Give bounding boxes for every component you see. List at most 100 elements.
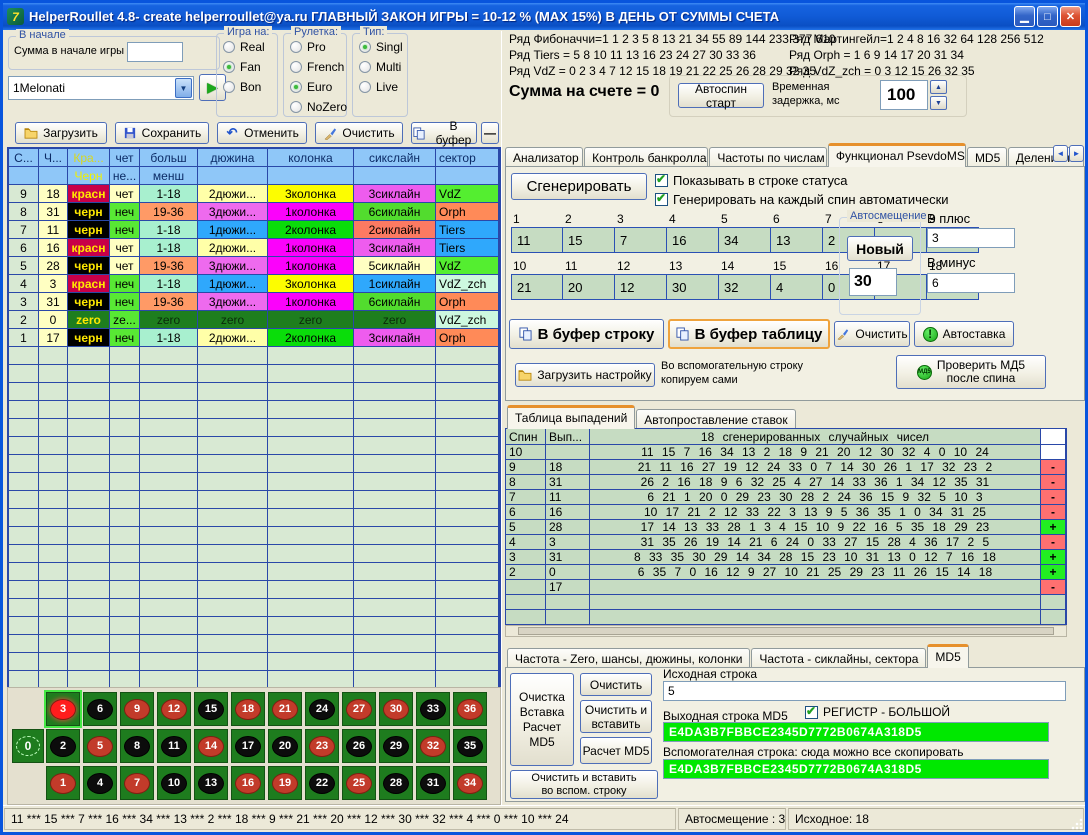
md5-calc-button[interactable]: Расчет MD5 <box>580 737 652 764</box>
roulette-cell-6[interactable]: 6 <box>83 692 117 726</box>
tab-таблица-выпадений[interactable]: Таблица выпадений <box>507 405 635 429</box>
roulette-cell-32[interactable]: 32 <box>416 729 450 763</box>
roulette-cell-10[interactable]: 10 <box>157 766 191 800</box>
roulette-cell-9[interactable]: 9 <box>120 692 154 726</box>
minus-input[interactable]: 6 <box>927 273 1015 293</box>
tab-md5[interactable]: MD5 <box>967 147 1007 167</box>
tab-контроль-банкролла[interactable]: Контроль банкролла <box>584 147 708 167</box>
spinner-down-icon[interactable]: ▼ <box>930 96 947 110</box>
load-settings-button[interactable]: Загрузить настройку <box>515 363 655 387</box>
radio-option-live[interactable]: Live <box>359 80 407 94</box>
buffer-row-button[interactable]: В буфер строку <box>509 319 664 349</box>
md5-aux-field[interactable]: E4DA3B7FBBCE2345D7772B0674A318D5 <box>663 759 1049 779</box>
collapse-button[interactable]: — <box>481 122 499 144</box>
resize-grip[interactable] <box>1071 818 1083 830</box>
roulette-cell-21[interactable]: 21 <box>268 692 302 726</box>
tab-функционал-psevdoms[interactable]: Функционал PsevdoMS <box>828 143 966 167</box>
radio-option-multi[interactable]: Multi <box>359 60 407 74</box>
autobet-button[interactable]: ! Автоставка <box>914 321 1014 347</box>
source-string-input[interactable]: 5 <box>663 681 1066 701</box>
radio-option-pro[interactable]: Pro <box>290 40 346 54</box>
roulette-cell-29[interactable]: 29 <box>379 729 413 763</box>
tab-частоты-по-числам[interactable]: Частоты по числам <box>709 147 827 167</box>
new-shift-button[interactable]: Новый <box>847 236 913 261</box>
autospin-start-button[interactable]: Автоспин старт <box>678 83 764 108</box>
radio-option-french[interactable]: French <box>290 60 346 74</box>
roulette-cell-3[interactable]: 3 <box>46 692 80 726</box>
radio-option-fan[interactable]: Fan <box>223 60 277 74</box>
buffer-table-button[interactable]: В буфер таблицу <box>668 319 830 349</box>
register-checkbox[interactable]: РЕГИСТР - БОЛЬШОЙ <box>805 705 950 719</box>
roulette-cell-36[interactable]: 36 <box>453 692 487 726</box>
spin-table-scrollbar[interactable] <box>505 625 1067 637</box>
roulette-cell-8[interactable]: 8 <box>120 729 154 763</box>
roulette-cell-1[interactable]: 1 <box>46 766 80 800</box>
copy-buffer-button[interactable]: В буфер <box>411 122 477 144</box>
roulette-cell-24[interactable]: 24 <box>305 692 339 726</box>
tab-автопроставление-ставок[interactable]: Автопроставление ставок <box>636 409 795 429</box>
roulette-cell-27[interactable]: 27 <box>342 692 376 726</box>
roulette-cell-20[interactable]: 20 <box>268 729 302 763</box>
md5-clear-insert-button[interactable]: Очистить ивставить <box>580 700 652 733</box>
radio-option-bon[interactable]: Bon <box>223 80 277 94</box>
delay-spinner[interactable]: 100 ▲ ▼ <box>880 80 947 110</box>
close-icon[interactable]: ✕ <box>1060 6 1081 27</box>
roulette-cell-15[interactable]: 15 <box>194 692 228 726</box>
delay-value[interactable]: 100 <box>880 80 928 110</box>
tab-частота-сиклайны-сектора[interactable]: Частота - сиклайны, сектора <box>751 648 926 668</box>
undo-button[interactable]: ↶ Отменить <box>217 122 307 144</box>
roulette-cell-5[interactable]: 5 <box>83 729 117 763</box>
roulette-cell-26[interactable]: 26 <box>342 729 376 763</box>
roulette-cell-19[interactable]: 19 <box>268 766 302 800</box>
roulette-cell-17[interactable]: 17 <box>231 729 265 763</box>
spinner-up-icon[interactable]: ▲ <box>930 80 947 94</box>
roulette-cell-0[interactable]: 0 <box>12 729 44 763</box>
roulette-cell-16[interactable]: 16 <box>231 766 265 800</box>
autoshift-value[interactable]: 30 <box>849 268 897 296</box>
roulette-cell-18[interactable]: 18 <box>231 692 265 726</box>
roulette-cell-30[interactable]: 30 <box>379 692 413 726</box>
tab-частота-zero-шансы-дюжины-колонки[interactable]: Частота - Zero, шансы, дюжины, колонки <box>507 648 750 668</box>
load-button[interactable]: Загрузить <box>15 122 107 144</box>
radio-option-nozero[interactable]: NoZero <box>290 100 346 114</box>
md5-clear-button[interactable]: Очистить <box>580 673 652 696</box>
maximize-icon[interactable]: □ <box>1037 6 1058 27</box>
roulette-cell-31[interactable]: 31 <box>416 766 450 800</box>
minimize-icon[interactable]: ▁ <box>1014 6 1035 27</box>
radio-option-singl[interactable]: Singl <box>359 40 407 54</box>
tab-scroll-left-icon[interactable]: ◄ <box>1053 145 1068 162</box>
generate-button[interactable]: Сгенерировать <box>511 173 647 200</box>
start-sum-input[interactable] <box>127 42 183 62</box>
save-button[interactable]: Сохранить <box>115 122 209 144</box>
roulette-cell-7[interactable]: 7 <box>120 766 154 800</box>
roulette-cell-11[interactable]: 11 <box>157 729 191 763</box>
tab-md5[interactable]: MD5 <box>927 644 968 668</box>
generate-each-spin-checkbox[interactable]: Генерировать на каждый спин автоматическ… <box>655 192 949 207</box>
chevron-down-icon[interactable]: ▼ <box>175 78 192 98</box>
roulette-cell-4[interactable]: 4 <box>83 766 117 800</box>
check-md5-button[interactable]: МД5 Проверить МД5после спина <box>896 355 1046 389</box>
preset-combobox[interactable]: 1Melonati ▼ <box>8 76 194 100</box>
md5-stack-button[interactable]: ОчисткаВставкаРасчет MD5 <box>510 673 574 766</box>
roulette-cell-35[interactable]: 35 <box>453 729 487 763</box>
roulette-cell-25[interactable]: 25 <box>342 766 376 800</box>
radio-option-euro[interactable]: Euro <box>290 80 346 94</box>
tab-анализатор[interactable]: Анализатор <box>505 147 583 167</box>
roulette-cell-12[interactable]: 12 <box>157 692 191 726</box>
radio-option-real[interactable]: Real <box>223 40 277 54</box>
clear-gen-button[interactable]: Очистить <box>834 321 910 347</box>
roulette-cell-2[interactable]: 2 <box>46 729 80 763</box>
roulette-cell-33[interactable]: 33 <box>416 692 450 726</box>
roulette-cell-28[interactable]: 28 <box>379 766 413 800</box>
show-in-status-checkbox[interactable]: Показывать в строке статуса <box>655 173 848 188</box>
roulette-cell-14[interactable]: 14 <box>194 729 228 763</box>
plus-input[interactable]: 3 <box>927 228 1015 248</box>
roulette-cell-34[interactable]: 34 <box>453 766 487 800</box>
tab-scroll-right-icon[interactable]: ► <box>1069 145 1084 162</box>
roulette-cell-23[interactable]: 23 <box>305 729 339 763</box>
clear-button[interactable]: Очистить <box>315 122 403 144</box>
scrollbar-thumb[interactable] <box>518 627 1054 635</box>
roulette-cell-13[interactable]: 13 <box>194 766 228 800</box>
roulette-cell-22[interactable]: 22 <box>305 766 339 800</box>
md5-clear-insert-aux-button[interactable]: Очистить и вставитьво вспом. строку <box>510 770 658 799</box>
